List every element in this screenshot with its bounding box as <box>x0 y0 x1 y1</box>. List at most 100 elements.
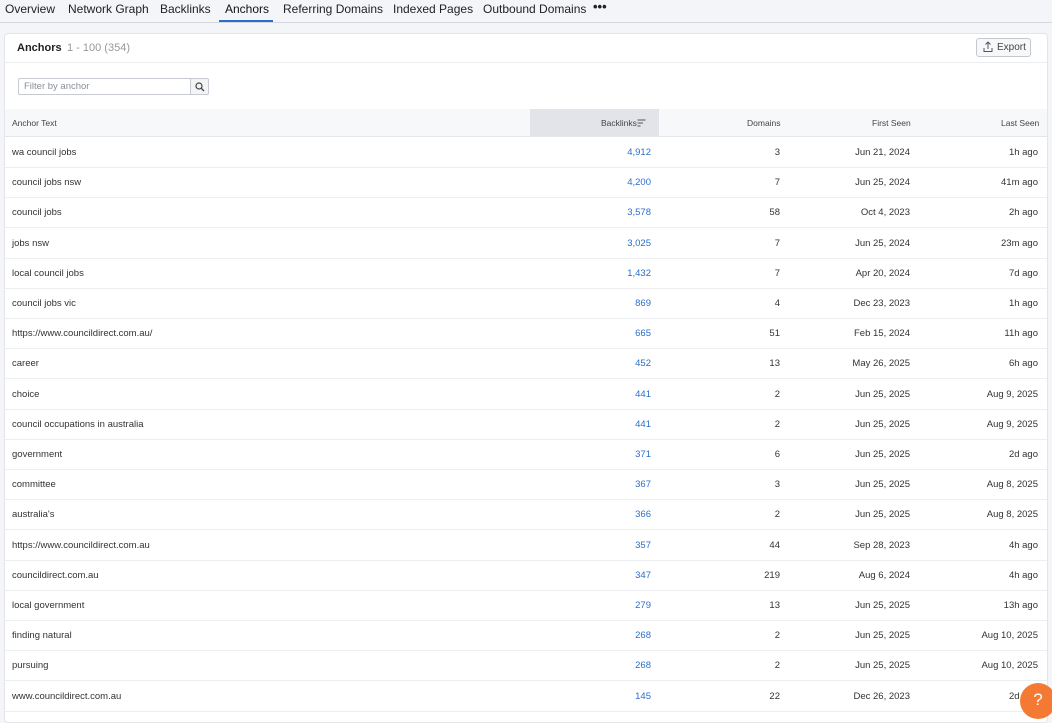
first-seen-cell: Dec 23, 2023 <box>853 298 910 309</box>
table-row: finding natural 268 2 Jun 25, 2025 Aug 10, 2… <box>5 620 1047 652</box>
backlinks-count-link[interactable]: 1,432 <box>627 268 651 279</box>
result-count: 1 - 100 (354) <box>67 42 130 54</box>
table-row: https://www.councildirect.com.au/665 51 Fe… <box>5 318 1047 350</box>
help-button[interactable]: ? <box>1020 683 1052 719</box>
backlinks-count-link[interactable]: 869 <box>635 298 651 309</box>
export-label: Export <box>997 42 1026 53</box>
header-last-seen[interactable]: Last Seen <box>1001 118 1039 128</box>
tab-referring-domains[interactable]: Referring Domains <box>283 2 383 16</box>
last-seen-cell: Aug 8, 2025 <box>986 509 1038 521</box>
anchor-text-cell: council jobs <box>12 207 62 219</box>
table-row: career 452 13 May 26, 2025 6h ago <box>5 348 1047 380</box>
anchor-text-cell: pursuing <box>12 660 49 672</box>
upload-icon <box>983 41 993 52</box>
backlinks-count-link[interactable]: 4,200 <box>627 177 651 188</box>
first-seen-cell: Jun 25, 2025 <box>855 630 910 642</box>
first-seen-cell: Jun 25, 2025 <box>855 388 910 400</box>
first-seen-cell: May 26, 2025 <box>852 358 910 370</box>
backlinks-count-link[interactable]: 3,578 <box>627 207 651 218</box>
backlinks-count-link[interactable]: 441 <box>635 389 651 400</box>
tab-indexed-pages[interactable]: Indexed Pages <box>393 2 473 16</box>
anchor-text-cell: councildirect.com.au <box>12 569 99 581</box>
tab-outbound-domains[interactable]: Outbound Domains <box>483 2 586 16</box>
header-first-seen[interactable]: First Seen <box>872 118 911 128</box>
table-row: council jobs nsw 4,200 7 Jun 25, 2024 41m ag… <box>5 167 1047 199</box>
table-row: council occupations in australia 441 2 Jun … <box>5 409 1047 440</box>
backlinks-count-link[interactable]: 366 <box>635 509 651 520</box>
backlinks-count-link[interactable]: 268 <box>635 630 651 641</box>
table-row: https://www.councildirect.com.au 357 44 Sep… <box>5 530 1047 561</box>
first-seen-cell: Feb 15, 2024 <box>854 328 910 340</box>
last-seen-cell: 4h ago <box>1008 539 1038 551</box>
export-button[interactable]: Export <box>976 38 1031 57</box>
domains-count-cell: 7 <box>774 267 780 279</box>
domains-count-cell: 2 <box>774 660 780 672</box>
backlinks-count-link[interactable]: 268 <box>635 660 651 671</box>
anchors-card: Anchors 1 - 100 (354) Export Anchor Text… <box>4 33 1048 723</box>
domains-count-cell: 44 <box>769 539 780 551</box>
tab-overview[interactable]: Overview <box>5 2 55 16</box>
anchor-text-cell: https://www.councildirect.com.au/ <box>12 328 153 340</box>
first-seen-cell: Jun 25, 2025 <box>855 600 910 611</box>
last-seen-cell: 13h ago <box>1003 600 1038 611</box>
last-seen-cell: Aug 10, 2025 <box>981 630 1038 642</box>
card-title: Anchors <box>17 42 62 54</box>
backlinks-count-link[interactable]: 347 <box>635 570 651 581</box>
more-horizontal-icon[interactable]: ••• <box>593 0 607 14</box>
domains-count-cell: 6 <box>774 449 780 460</box>
anchor-text-cell: local government <box>12 600 85 611</box>
table-row: government 371 6 Jun 25, 2025 2d ago <box>5 439 1047 470</box>
backlinks-count-link[interactable]: 357 <box>635 540 651 551</box>
header-backlinks[interactable]: Backlinks <box>601 118 646 128</box>
tab-anchors[interactable]: Anchors <box>225 2 269 16</box>
last-seen-cell: Aug 10, 2025 <box>981 660 1038 672</box>
backlinks-count-link[interactable]: 452 <box>635 358 651 369</box>
backlinks-count-link[interactable]: 4,912 <box>627 147 651 158</box>
first-seen-cell: Aug 6, 2024 <box>858 569 910 581</box>
last-seen-cell: 11h ago <box>1004 328 1038 340</box>
table-row: pursuing 268 2 Jun 25, 2025 Aug 10, 2025 <box>5 650 1047 682</box>
domains-count-cell: 58 <box>769 207 780 219</box>
divider <box>5 62 1047 63</box>
active-tab-indicator <box>219 20 273 22</box>
last-seen-cell: 1h ago <box>1008 147 1038 158</box>
domains-count-cell: 22 <box>769 690 780 702</box>
anchor-text-cell: https://www.councildirect.com.au <box>12 539 150 551</box>
last-seen-cell: 41m ago <box>1001 177 1038 189</box>
table-row: australia's 366 2 Jun 25, 2025 Aug 8, 2025 <box>5 499 1047 531</box>
search-button[interactable] <box>190 78 209 95</box>
header-anchor-text[interactable]: Anchor Text <box>12 118 57 128</box>
filter-anchor-input[interactable] <box>18 78 190 95</box>
table-header: Anchor Text Backlinks Domains First Seen… <box>5 109 1047 137</box>
backlinks-count-link[interactable]: 367 <box>635 479 651 490</box>
last-seen-cell: Aug 9, 2025 <box>986 388 1038 400</box>
backlinks-count-link[interactable]: 279 <box>635 600 651 611</box>
backlinks-count-link[interactable]: 3,025 <box>627 238 651 249</box>
backlinks-count-link[interactable]: 665 <box>635 328 651 339</box>
backlinks-count-link[interactable]: 441 <box>635 419 651 430</box>
header-domains[interactable]: Domains <box>747 118 781 128</box>
anchor-text-cell: government <box>12 449 63 460</box>
backlinks-count-link[interactable]: 145 <box>635 691 651 702</box>
anchor-text-cell: committee <box>12 479 56 491</box>
last-seen-cell: 1h ago <box>1008 298 1038 309</box>
first-seen-cell: Jun 25, 2025 <box>855 449 910 460</box>
anchor-text-cell: finding natural <box>12 630 72 642</box>
tab-network-graph[interactable]: Network Graph <box>68 2 149 16</box>
table-row: local government 279 13 Jun 25, 2025 13h ago <box>5 590 1047 621</box>
sort-icon <box>637 119 646 127</box>
last-seen-cell: Aug 9, 2025 <box>986 418 1038 430</box>
domains-count-cell: 219 <box>764 569 780 581</box>
backlinks-count-link[interactable]: 371 <box>635 449 651 460</box>
table-row: choice 441 2 Jun 25, 2025 Aug 9, 2025 <box>5 379 1047 410</box>
table-row: council jobs vic 869 4 Dec 23, 2023 1h ago <box>5 288 1047 319</box>
first-seen-cell: Jun 25, 2025 <box>855 418 910 430</box>
anchor-text-cell: career <box>12 358 39 370</box>
domains-count-cell: 2 <box>774 418 780 430</box>
domains-count-cell: 2 <box>774 509 780 521</box>
last-seen-cell: 23m ago <box>1001 237 1038 249</box>
table-row: jobs nsw 3,025 7 Jun 25, 2024 23m ago <box>5 228 1047 259</box>
search-icon <box>195 82 205 92</box>
domains-count-cell: 7 <box>774 237 780 249</box>
tab-backlinks[interactable]: Backlinks <box>160 2 211 16</box>
